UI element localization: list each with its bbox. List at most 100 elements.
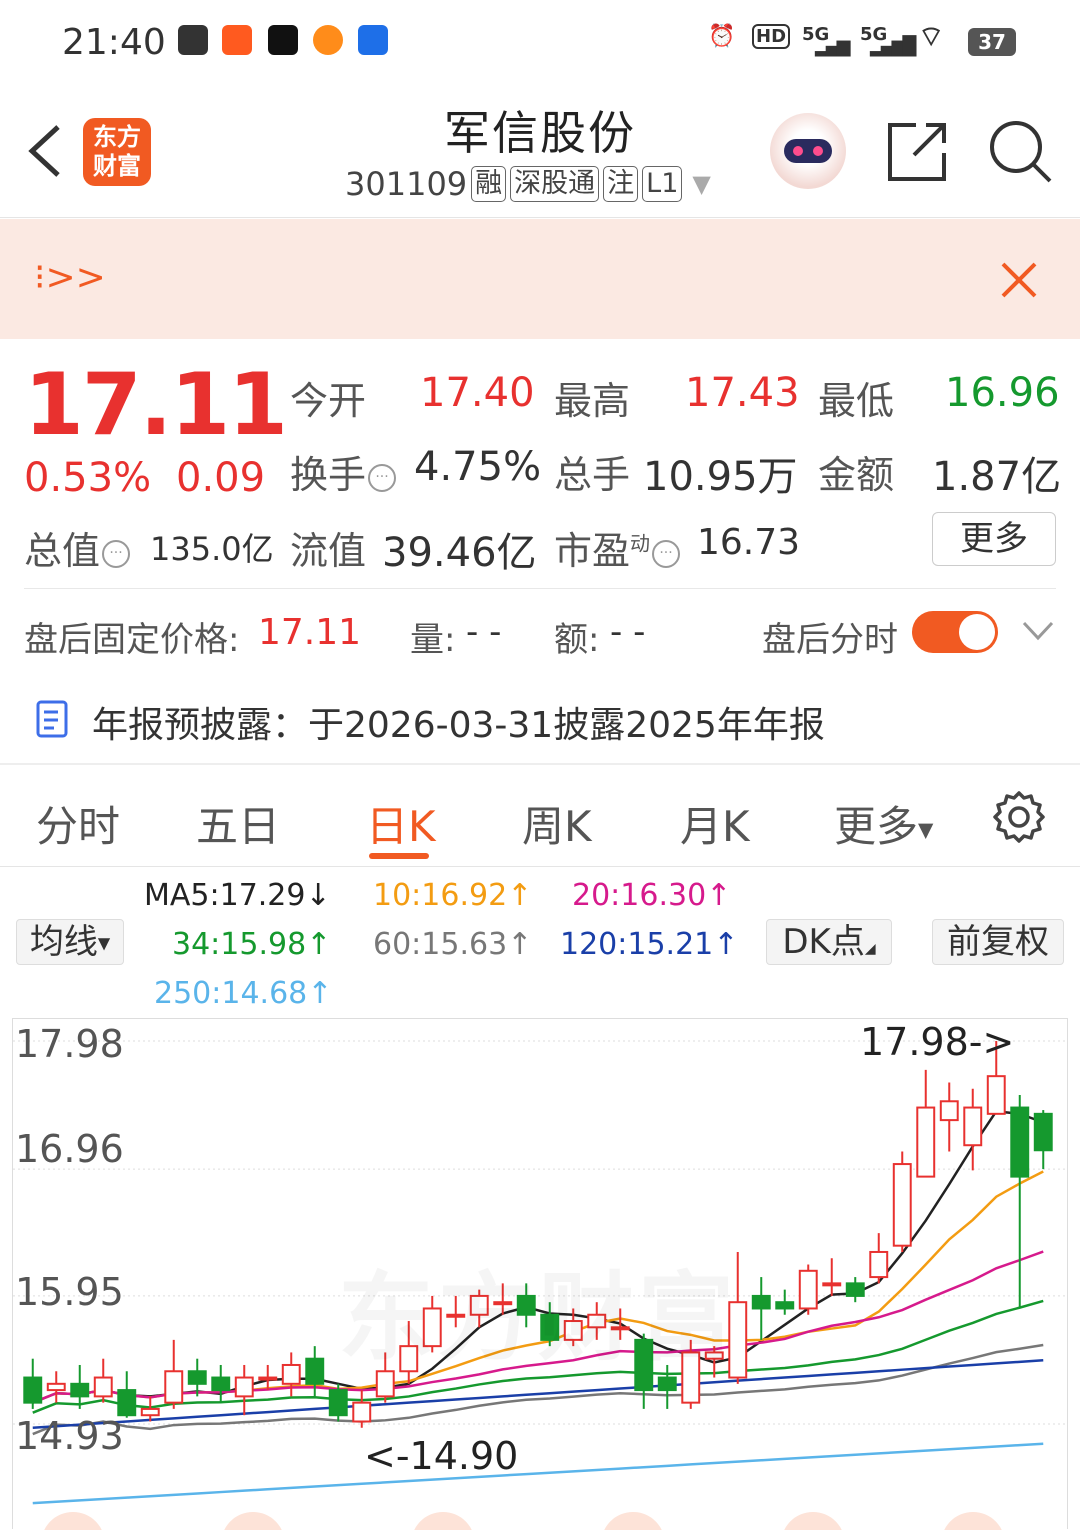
float-label: 流值 bbox=[290, 529, 367, 573]
candle bbox=[352, 1390, 372, 1428]
tab-five-day[interactable]: 五日 bbox=[196, 793, 280, 854]
chevron-down-icon[interactable] bbox=[1022, 620, 1054, 642]
annual-report-notice[interactable]: 年报预披露：于2026-03-31披露2025年年报 bbox=[92, 696, 825, 748]
info-icon[interactable]: ··· bbox=[102, 539, 131, 568]
candle-body bbox=[869, 1250, 889, 1279]
signal-bars-1-icon: ▂▄▆ bbox=[815, 36, 850, 57]
candle-body bbox=[822, 1282, 842, 1287]
candle-body bbox=[328, 1389, 348, 1417]
tab-more[interactable]: 更多▼ bbox=[834, 793, 933, 854]
pe-super: 动 bbox=[630, 531, 651, 556]
ma10-label: 10:16.92↑ bbox=[373, 878, 533, 913]
candle bbox=[328, 1383, 348, 1422]
ma20-label: 20:16.30↑ bbox=[572, 878, 732, 913]
section-divider bbox=[0, 763, 1080, 765]
candle-body bbox=[1033, 1112, 1053, 1152]
candle-body bbox=[963, 1106, 983, 1147]
ma60-label: 60:15.63↑ bbox=[373, 927, 533, 962]
candle-body bbox=[93, 1376, 113, 1398]
tag-level: L1 bbox=[642, 166, 683, 202]
change-amount: 0.09 bbox=[176, 455, 266, 501]
candle bbox=[117, 1371, 137, 1418]
battery-indicator: 37 bbox=[968, 28, 1016, 56]
candle bbox=[140, 1396, 160, 1422]
high-label: 最高 bbox=[554, 379, 631, 423]
afterhours-vol-label: 量: bbox=[410, 620, 456, 660]
ma-selector[interactable]: 均线▼ bbox=[16, 919, 124, 965]
tab-weekly-k[interactable]: 周K bbox=[522, 793, 592, 854]
bottom-indicator-circle bbox=[604, 1512, 662, 1530]
turnover-label: 换手 ··· bbox=[290, 444, 397, 499]
candle-body bbox=[986, 1075, 1006, 1115]
adjust-button[interactable]: 前复权 bbox=[932, 919, 1064, 965]
candle-body bbox=[892, 1163, 912, 1247]
candle bbox=[93, 1358, 113, 1403]
y-tick-label: 17.98 bbox=[15, 1022, 124, 1066]
y-tick-label: 15.95 bbox=[15, 1270, 124, 1314]
candle bbox=[258, 1364, 278, 1391]
stock-code-row[interactable]: 301109 融 深股通 注 L1 ▼ bbox=[345, 165, 711, 203]
app-icon-kuaishou bbox=[222, 25, 252, 55]
candle bbox=[869, 1233, 889, 1284]
candle-body bbox=[234, 1376, 254, 1398]
info-icon[interactable]: ··· bbox=[368, 463, 397, 492]
candle-body bbox=[916, 1106, 936, 1178]
candle bbox=[916, 1069, 936, 1178]
change-percent: 0.53% bbox=[24, 455, 152, 501]
wifi-icon: ⌔ bbox=[918, 20, 945, 53]
dropdown-triangle-icon: ▼ bbox=[692, 170, 711, 198]
candle-body bbox=[70, 1382, 90, 1398]
min-price-marker: <-14.90 bbox=[364, 1434, 519, 1478]
candle bbox=[751, 1277, 771, 1340]
bottom-indicator-circle bbox=[784, 1512, 842, 1530]
signal-bars-2-icon: ▂▄▆█ bbox=[870, 36, 916, 57]
dropdown-triangle-icon: ▼ bbox=[97, 933, 111, 953]
more-quote-button[interactable]: 更多 bbox=[932, 512, 1056, 566]
mktcap-value: 135.0亿 bbox=[150, 530, 274, 568]
search-icon[interactable] bbox=[988, 119, 1054, 185]
watermark: 东方财富 bbox=[338, 1240, 738, 1379]
app-icon-yupao bbox=[358, 25, 388, 55]
ma5-label: MA5:17.29↓ bbox=[144, 878, 331, 913]
candle-body bbox=[305, 1357, 325, 1385]
app-icon-taobao bbox=[313, 25, 343, 55]
candle-body bbox=[775, 1301, 795, 1310]
afterhours-toggle[interactable] bbox=[912, 611, 998, 653]
low-label: 最低 bbox=[818, 379, 895, 423]
turnover-value: 4.75% bbox=[414, 444, 542, 490]
tab-intraday[interactable]: 分时 bbox=[36, 793, 120, 854]
candle bbox=[23, 1358, 43, 1409]
dk-point-button[interactable]: DK点◢ bbox=[766, 919, 892, 965]
candle-body bbox=[164, 1370, 184, 1404]
corner-triangle-icon: ◢ bbox=[864, 941, 876, 957]
ma250-label: 250:14.68↑ bbox=[154, 976, 333, 1011]
candle bbox=[1033, 1110, 1053, 1170]
clock: 21:40 bbox=[62, 22, 166, 63]
document-icon bbox=[36, 700, 68, 738]
app-icon-capcut bbox=[178, 25, 208, 55]
candle bbox=[234, 1364, 254, 1416]
candle-body bbox=[140, 1407, 160, 1417]
info-icon[interactable]: ··· bbox=[652, 539, 681, 568]
candle bbox=[775, 1289, 795, 1315]
share-icon[interactable] bbox=[886, 121, 948, 183]
ai-assistant-icon[interactable] bbox=[770, 113, 846, 189]
bottom-indicator-circle bbox=[944, 1512, 1002, 1530]
stock-header: 东方 财富 军信股份 301109 融 深股通 注 L1 ▼ bbox=[0, 85, 1080, 218]
bottom-indicator-circle bbox=[44, 1512, 102, 1530]
float-value: 39.46亿 bbox=[382, 530, 537, 576]
candle-body bbox=[117, 1389, 137, 1417]
announcement-banner[interactable]: ⁝>> bbox=[0, 219, 1080, 339]
candle-body bbox=[281, 1363, 301, 1385]
ma120-label: 120:15.21↑ bbox=[560, 927, 739, 962]
tab-monthly-k[interactable]: 月K bbox=[680, 793, 750, 854]
settings-gear-icon[interactable] bbox=[992, 790, 1046, 844]
candle bbox=[892, 1151, 912, 1252]
candle bbox=[798, 1264, 818, 1315]
tab-daily-k[interactable]: 日K bbox=[366, 793, 436, 854]
amount-label: 金额 bbox=[818, 453, 895, 497]
marquee-icon: ⁝>> bbox=[34, 257, 106, 298]
close-icon[interactable] bbox=[1000, 261, 1038, 299]
afterhours-toggle-label: 盘后分时 bbox=[762, 620, 898, 660]
low-value: 16.96 bbox=[945, 370, 1060, 416]
